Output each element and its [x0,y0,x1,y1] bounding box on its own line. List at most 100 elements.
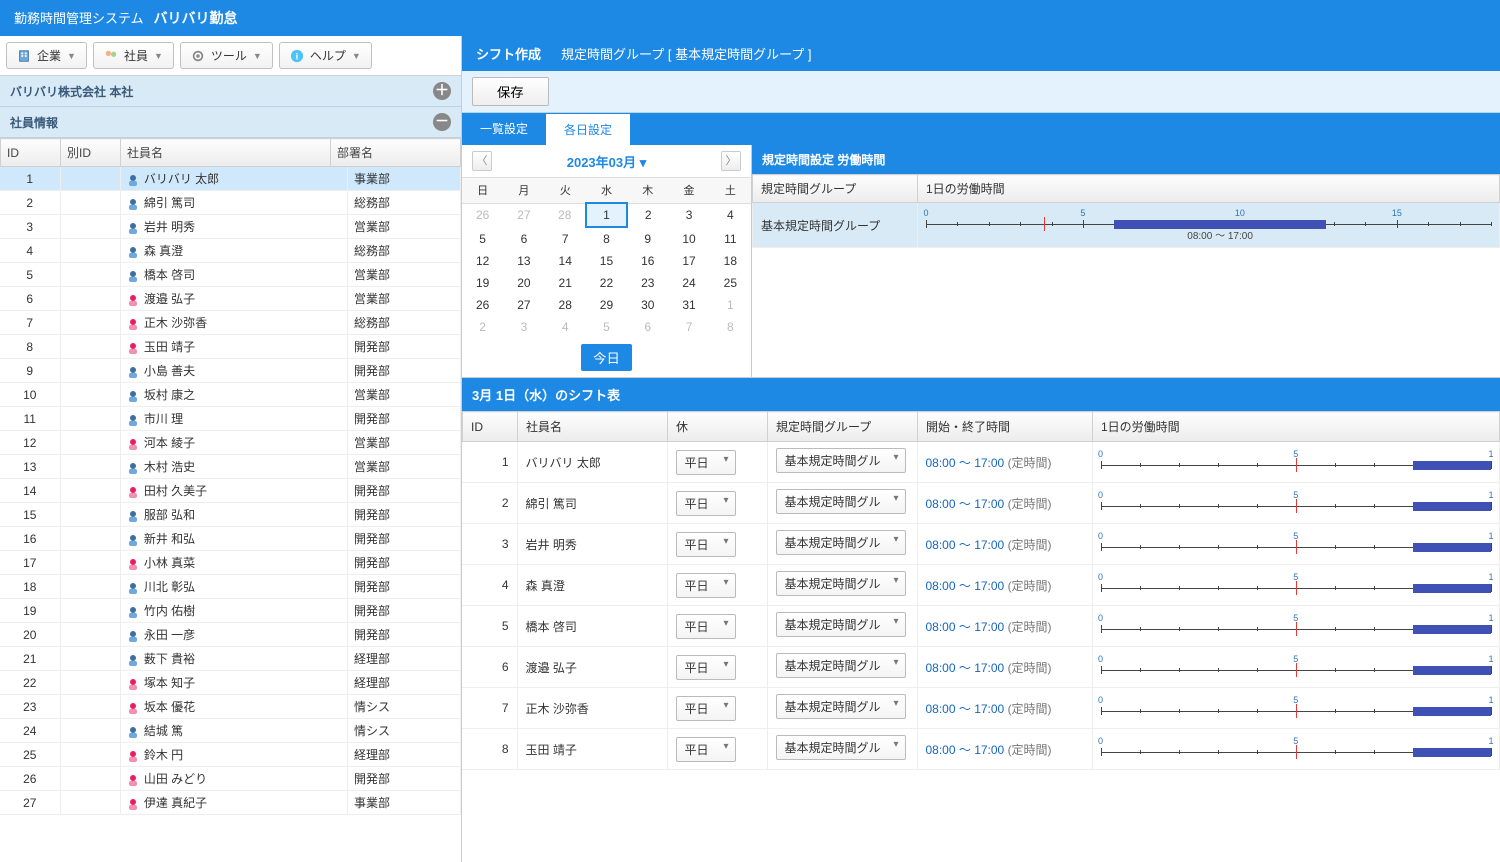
calendar-day[interactable]: 8 [710,316,751,338]
employee-row[interactable]: 16 新井 和弘 開発部 [0,527,461,551]
rule-hscroll[interactable] [752,361,1500,377]
calendar-day[interactable]: 31 [668,294,709,316]
col-id[interactable]: ID [1,139,61,167]
col-name[interactable]: 社員名 [121,139,331,167]
shift-scroll[interactable]: 1 バリバリ 太郎 平日 基本規定時間グル 08:00 ～ 17:00 (定時間… [462,442,1500,862]
calendar-day[interactable]: 28 [545,294,586,316]
calendar-day[interactable]: 26 [462,294,503,316]
today-button[interactable]: 今日 [581,344,632,371]
calendar-day[interactable]: 9 [627,227,668,250]
employee-row[interactable]: 15 服部 弘和 開発部 [0,503,461,527]
group-select[interactable]: 基本規定時間グル [776,694,906,719]
month-selector[interactable]: 2023年03月 ▾ [567,152,647,171]
calendar-day[interactable]: 6 [627,316,668,338]
group-select[interactable]: 基本規定時間グル [776,612,906,637]
calendar-day[interactable]: 27 [503,294,544,316]
calendar-day[interactable]: 17 [668,250,709,272]
calendar-day[interactable]: 5 [586,316,627,338]
calendar-day[interactable]: 4 [710,203,751,227]
calendar-day[interactable]: 2 [462,316,503,338]
employee-row[interactable]: 27 伊達 真紀子 事業部 [0,791,461,815]
tool-menu[interactable]: ツール▼ [180,42,273,69]
employee-row[interactable]: 11 市川 理 開発部 [0,407,461,431]
holiday-select[interactable]: 平日 [676,532,736,557]
calendar-day[interactable]: 29 [586,294,627,316]
employee-row[interactable]: 13 木村 浩史 営業部 [0,455,461,479]
employee-row[interactable]: 10 坂村 康之 営業部 [0,383,461,407]
rule-row[interactable]: 基本規定時間グループ 05101508:00 ～ 17:00 [753,203,1500,248]
calendar-day[interactable]: 2 [627,203,668,227]
calendar-day[interactable]: 13 [503,250,544,272]
employee-row[interactable]: 1 バリバリ 太郎 事業部 [0,167,461,191]
employee-row[interactable]: 17 小林 真菜 開発部 [0,551,461,575]
collapse-employee-button[interactable]: － [433,113,451,131]
calendar-day[interactable]: 10 [668,227,709,250]
employee-row[interactable]: 4 森 真澄 総務部 [0,239,461,263]
holiday-select[interactable]: 平日 [676,614,736,639]
shift-time[interactable]: 08:00 ～ 17:00 (定時間) [917,442,1092,483]
shift-time[interactable]: 08:00 ～ 17:00 (定時間) [917,565,1092,606]
employee-row[interactable]: 8 玉田 靖子 開発部 [0,335,461,359]
calendar-day[interactable]: 11 [710,227,751,250]
calendar-day[interactable]: 6 [503,227,544,250]
holiday-select[interactable]: 平日 [676,655,736,680]
calendar-day[interactable]: 30 [627,294,668,316]
calendar-day[interactable]: 20 [503,272,544,294]
group-select[interactable]: 基本規定時間グル [776,448,906,473]
calendar-day[interactable]: 7 [545,227,586,250]
calendar-day[interactable]: 19 [462,272,503,294]
employee-row[interactable]: 12 河本 綾子 営業部 [0,431,461,455]
calendar-day[interactable]: 15 [586,250,627,272]
employee-row[interactable]: 2 綿引 篤司 総務部 [0,191,461,215]
employee-row[interactable]: 21 薮下 貴裕 経理部 [0,647,461,671]
calendar-day[interactable]: 24 [668,272,709,294]
employee-menu[interactable]: 社員▼ [93,42,174,69]
shift-time[interactable]: 08:00 ～ 17:00 (定時間) [917,729,1092,770]
col-dept[interactable]: 部署名 [331,139,461,167]
calendar-day[interactable]: 14 [545,250,586,272]
employee-row[interactable]: 6 渡邉 弘子 営業部 [0,287,461,311]
save-button[interactable]: 保存 [472,77,549,106]
calendar-day[interactable]: 21 [545,272,586,294]
holiday-select[interactable]: 平日 [676,573,736,598]
shift-time[interactable]: 08:00 ～ 17:00 (定時間) [917,524,1092,565]
prev-month-button[interactable]: 〈 [472,151,492,171]
calendar-day[interactable]: 1 [710,294,751,316]
group-select[interactable]: 基本規定時間グル [776,489,906,514]
holiday-select[interactable]: 平日 [676,696,736,721]
employee-row[interactable]: 22 塚本 知子 経理部 [0,671,461,695]
employee-row[interactable]: 19 竹内 佑樹 開発部 [0,599,461,623]
calendar-day[interactable]: 3 [668,203,709,227]
calendar-day[interactable]: 26 [462,203,503,227]
calendar-day[interactable]: 8 [586,227,627,250]
group-select[interactable]: 基本規定時間グル [776,653,906,678]
calendar-day[interactable]: 22 [586,272,627,294]
employee-row[interactable]: 5 橋本 啓司 営業部 [0,263,461,287]
shift-time[interactable]: 08:00 ～ 17:00 (定時間) [917,647,1092,688]
calendar-day[interactable]: 4 [545,316,586,338]
expand-company-button[interactable]: ＋ [433,82,451,100]
calendar-day[interactable]: 27 [503,203,544,227]
calendar-day[interactable]: 3 [503,316,544,338]
company-menu[interactable]: 企業▼ [6,42,87,69]
calendar-day[interactable]: 25 [710,272,751,294]
group-select[interactable]: 基本規定時間グル [776,735,906,760]
tab-daily-settings[interactable]: 各日設定 [546,113,630,145]
calendar-day[interactable]: 5 [462,227,503,250]
calendar-day[interactable]: 16 [627,250,668,272]
employee-row[interactable]: 7 正木 沙弥香 総務部 [0,311,461,335]
holiday-select[interactable]: 平日 [676,737,736,762]
tab-list-settings[interactable]: 一覧設定 [462,113,546,145]
shift-time[interactable]: 08:00 ～ 17:00 (定時間) [917,483,1092,524]
calendar-day[interactable]: 1 [586,203,627,227]
employee-row[interactable]: 24 結城 篤 情シス [0,719,461,743]
employee-row[interactable]: 20 永田 一彦 開発部 [0,623,461,647]
calendar-day[interactable]: 7 [668,316,709,338]
col-alt-id[interactable]: 別ID [61,139,121,167]
employee-scroll[interactable]: 1 バリバリ 太郎 事業部2 綿引 篤司 総務部3 岩井 明秀 営業部4 森 真… [0,167,461,862]
group-select[interactable]: 基本規定時間グル [776,571,906,596]
employee-row[interactable]: 26 山田 みどり 開発部 [0,767,461,791]
shift-time[interactable]: 08:00 ～ 17:00 (定時間) [917,688,1092,729]
holiday-select[interactable]: 平日 [676,491,736,516]
employee-row[interactable]: 14 田村 久美子 開発部 [0,479,461,503]
